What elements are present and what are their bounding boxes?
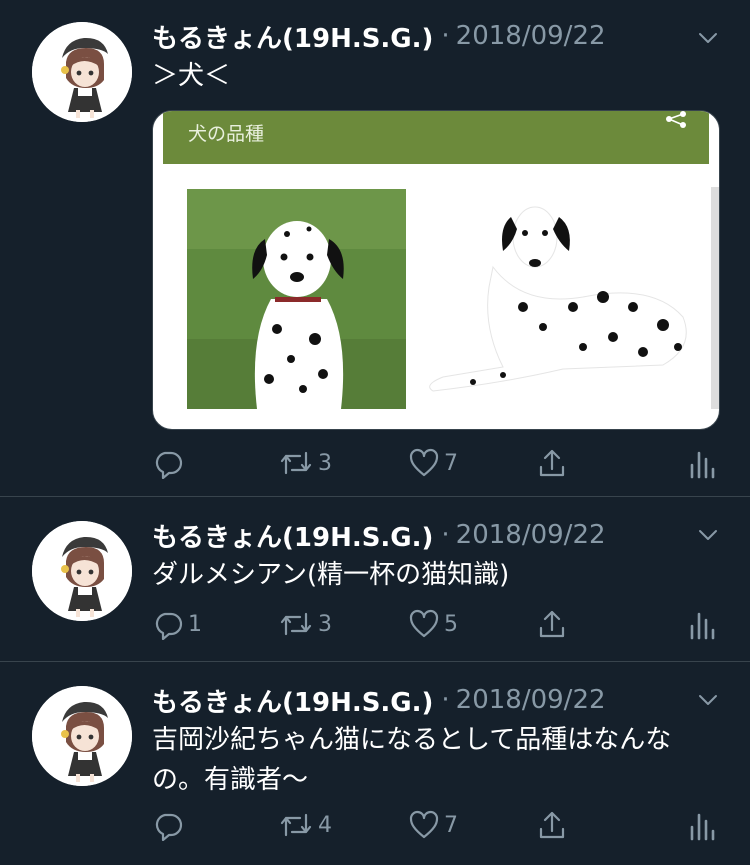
analytics-icon	[686, 608, 718, 640]
tweet-media[interactable]: 犬の品種	[152, 110, 720, 430]
reply-button[interactable]	[152, 445, 188, 481]
share-button[interactable]	[536, 807, 568, 843]
reply-button[interactable]	[152, 807, 188, 843]
share-icon	[536, 809, 568, 841]
tweet-text: ＞犬＜	[152, 61, 231, 91]
like-button[interactable]: 5	[408, 606, 458, 642]
retweet-count: 4	[318, 812, 332, 838]
share-button[interactable]	[536, 445, 568, 481]
like-button[interactable]: 7	[408, 445, 458, 481]
like-count: 7	[444, 450, 458, 476]
tweet-text: ダルメシアン(精一杯の猫知識)	[152, 560, 510, 590]
reply-icon	[152, 608, 184, 640]
tweet-date[interactable]: 2018/09/22	[456, 21, 606, 51]
tweet[interactable]: もるきょん(19H.S.G.) · 2018/09/22 吉岡沙紀ちゃん猫になる…	[0, 662, 750, 865]
dalmatian-puppy-photo	[187, 189, 406, 409]
media-header-label: 犬の品種	[188, 123, 265, 145]
tweet-date[interactable]: 2018/09/22	[456, 685, 606, 715]
separator-dot: ·	[441, 520, 450, 550]
separator-dot: ·	[441, 685, 450, 715]
like-button[interactable]: 7	[408, 807, 458, 843]
tweet-actions: 3 7	[152, 445, 722, 481]
media-edge	[711, 187, 719, 409]
heart-icon	[408, 608, 440, 640]
avatar-icon	[32, 521, 132, 621]
chevron-down-icon[interactable]	[696, 523, 720, 547]
retweet-icon	[278, 608, 314, 640]
share-button[interactable]	[536, 606, 568, 642]
like-count: 5	[444, 611, 458, 637]
share-node-icon	[666, 111, 686, 128]
retweet-count: 3	[318, 450, 332, 476]
chevron-down-icon[interactable]	[696, 688, 720, 712]
avatar-icon	[32, 22, 132, 122]
share-icon	[536, 447, 568, 479]
tweet-text: 吉岡沙紀ちゃん猫になるとして品種はなんなの。有識者〜	[152, 725, 672, 795]
user-name[interactable]: もるきょん(19H.S.G.)	[152, 682, 433, 719]
tweet[interactable]: もるきょん(19H.S.G.) · 2018/09/22 ＞犬＜ 犬の品種 3 …	[0, 0, 750, 497]
reply-count: 1	[188, 611, 202, 637]
retweet-icon	[278, 447, 314, 479]
analytics-icon	[686, 447, 718, 479]
like-count: 7	[444, 812, 458, 838]
retweet-icon	[278, 809, 314, 841]
chevron-down-icon[interactable]	[696, 26, 720, 50]
tweet-actions: 1 3 5	[152, 606, 722, 642]
heart-icon	[408, 447, 440, 479]
avatar[interactable]	[32, 22, 132, 122]
avatar-icon	[32, 686, 132, 786]
media-header: 犬の品種	[163, 111, 709, 164]
user-name[interactable]: もるきょん(19H.S.G.)	[152, 18, 433, 55]
heart-icon	[408, 809, 440, 841]
tweet-header: もるきょん(19H.S.G.) · 2018/09/22	[152, 515, 606, 555]
reply-icon	[152, 809, 184, 841]
dalmatian-adult-photo	[413, 187, 703, 409]
reply-icon	[152, 447, 184, 479]
analytics-button[interactable]	[686, 606, 718, 642]
tweet[interactable]: もるきょん(19H.S.G.) · 2018/09/22 ダルメシアン(精一杯の…	[0, 497, 750, 662]
analytics-button[interactable]	[686, 445, 718, 481]
analytics-button[interactable]	[686, 807, 718, 843]
share-icon	[536, 608, 568, 640]
separator-dot: ·	[441, 21, 450, 51]
retweet-button[interactable]: 3	[278, 445, 332, 481]
analytics-icon	[686, 809, 718, 841]
avatar[interactable]	[32, 521, 132, 621]
tweet-header: もるきょん(19H.S.G.) · 2018/09/22	[152, 16, 606, 56]
avatar[interactable]	[32, 686, 132, 786]
retweet-button[interactable]: 4	[278, 807, 332, 843]
tweet-header: もるきょん(19H.S.G.) · 2018/09/22	[152, 680, 606, 720]
tweet-actions: 4 7	[152, 807, 722, 843]
retweet-count: 3	[318, 611, 332, 637]
reply-button[interactable]: 1	[152, 606, 202, 642]
user-name[interactable]: もるきょん(19H.S.G.)	[152, 517, 433, 554]
retweet-button[interactable]: 3	[278, 606, 332, 642]
tweet-date[interactable]: 2018/09/22	[456, 520, 606, 550]
